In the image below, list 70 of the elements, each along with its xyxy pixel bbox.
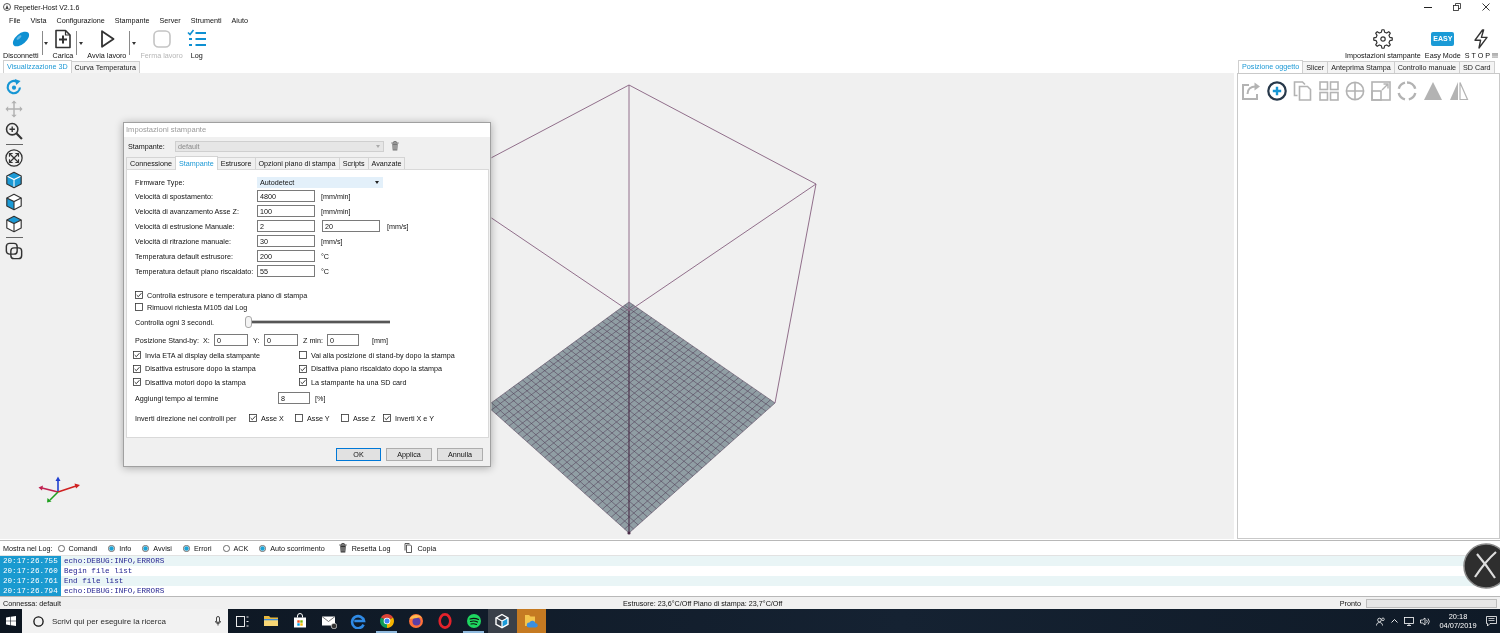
radio-button[interactable]: [57, 544, 65, 552]
radio-button[interactable]: [182, 544, 190, 552]
globe-icon: [407, 613, 424, 629]
rotate-icon[interactable]: [5, 78, 23, 96]
app-logo-icon: [3, 3, 11, 11]
task-view-icon: [235, 615, 249, 627]
shopping-bag-icon: [292, 613, 309, 629]
cube-logo-icon: [494, 613, 511, 629]
slider-thumb[interactable]: [245, 316, 252, 328]
stop-icon: [151, 29, 172, 49]
file-add-icon: [52, 29, 73, 49]
folder-cloud-icon: [523, 613, 540, 629]
caret-icon: [375, 180, 379, 184]
speech-bubble-icon[interactable]: [1486, 615, 1497, 627]
taskbar-button[interactable]: [488, 609, 517, 633]
radio-button[interactable]: [259, 544, 267, 552]
swirl-icon: [350, 613, 366, 629]
folder-icon: [263, 613, 280, 629]
circle-icon: [33, 615, 44, 627]
checkbox[interactable]: [299, 351, 307, 359]
trash-icon: [338, 543, 347, 553]
expand-circle-icon[interactable]: [5, 149, 23, 167]
people-icon[interactable]: [1376, 616, 1385, 626]
cube-icon[interactable]: [5, 193, 23, 211]
checkbox[interactable]: [133, 351, 141, 359]
gear-icon: [1372, 29, 1393, 49]
radio-button[interactable]: [108, 544, 116, 552]
caret-icon: [44, 41, 49, 45]
zoom-icon[interactable]: [5, 122, 23, 140]
radio-button[interactable]: [142, 544, 150, 552]
striped-circle-icon: [465, 613, 482, 629]
cube-icon[interactable]: [5, 215, 23, 233]
dropdown-button[interactable]: [76, 31, 85, 55]
search-field[interactable]: Scrivi qui per eseguire la ricerca: [22, 609, 228, 633]
trash-icon[interactable]: [391, 141, 399, 151]
checkbox[interactable]: [135, 303, 143, 311]
tricolor-circle-icon: [378, 613, 395, 629]
monitor-icon[interactable]: [1404, 616, 1414, 626]
add-circle-icon[interactable]: [1267, 81, 1287, 101]
checklist-icon: [186, 29, 207, 49]
caret-icon: [376, 144, 380, 148]
dropdown-button[interactable]: [129, 31, 138, 55]
speaker-icon[interactable]: [1420, 616, 1430, 626]
checkbox[interactable]: [295, 414, 303, 422]
dropdown-button[interactable]: [41, 31, 50, 55]
copy-icon: [404, 543, 413, 553]
radio-button[interactable]: [222, 544, 230, 552]
restore-icon: [1452, 3, 1461, 11]
four-panes-icon: [6, 616, 16, 626]
checkbox[interactable]: [133, 378, 141, 386]
close-icon: [1481, 3, 1490, 11]
microphone-icon[interactable]: [215, 616, 221, 626]
checkbox[interactable]: [135, 291, 143, 299]
overlapping-squares-icon[interactable]: [5, 242, 23, 260]
oval-icon: [10, 29, 31, 49]
checkbox[interactable]: [383, 414, 391, 422]
caret-icon: [131, 41, 136, 45]
checkbox[interactable]: [341, 414, 349, 422]
envelope-icon: [321, 613, 338, 629]
checkbox[interactable]: [299, 364, 307, 373]
axes-icon: [38, 476, 80, 503]
checkbox[interactable]: [133, 364, 141, 373]
cube-icon[interactable]: [5, 171, 23, 189]
caret-icon[interactable]: [1391, 619, 1398, 623]
ring-icon: [436, 613, 453, 629]
taskbar-button[interactable]: [516, 609, 546, 633]
checkbox[interactable]: [299, 378, 307, 386]
caret-icon: [78, 41, 83, 45]
minimize-icon: [1423, 6, 1432, 8]
checkbox[interactable]: [249, 414, 257, 422]
